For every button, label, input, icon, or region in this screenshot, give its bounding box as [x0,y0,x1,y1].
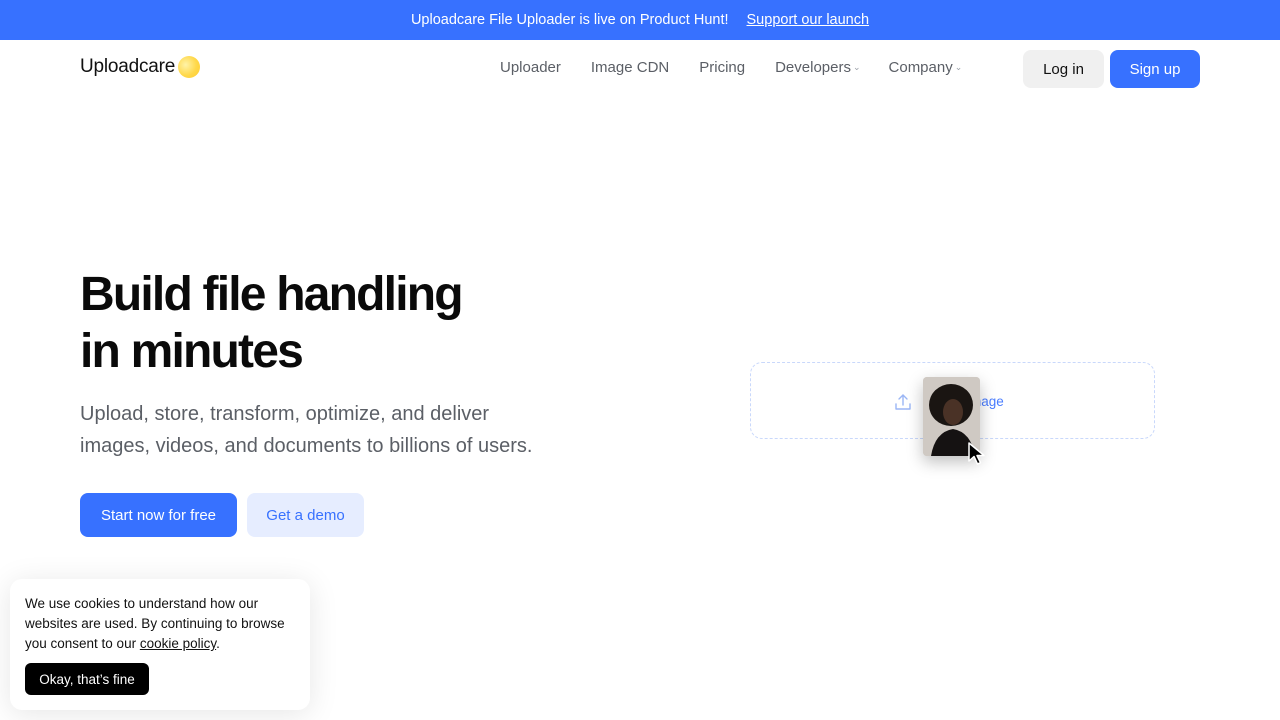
nav-item-label: Company [888,59,953,76]
nav-links: Uploader Image CDN Pricing Developers ⌄ … [500,59,962,76]
cookie-banner: We use cookies to understand how our web… [10,579,310,710]
cookie-text: We use cookies to understand how our web… [25,594,300,654]
chevron-down-icon: ⌄ [852,62,861,72]
logo-text: Uploadcare [80,56,176,77]
hero-subtitle-line: images, videos, and documents to billion… [80,435,533,457]
logo[interactable]: Uploadcare [80,56,201,78]
mouse-pointer-icon [968,442,985,465]
nav-item-label: Image CDN [590,59,670,76]
top-nav: Uploadcare Uploader Image CDN Pricing De… [0,40,1280,98]
get-demo-button[interactable]: Get a demo [247,493,364,537]
nav-item-label: Uploader [500,59,561,76]
logo-dot-icon [178,56,201,78]
nav-item-image-cdn[interactable]: Image CDN [591,59,669,76]
cookie-period: . [216,636,220,651]
announcement-banner: Uploadcare File Uploader is live on Prod… [0,0,1280,40]
start-free-button[interactable]: Start now for free [80,493,237,537]
signup-button[interactable]: Sign up [1110,50,1200,88]
accept-cookies-button[interactable]: Okay, that’s fine [25,663,149,695]
hero-title-line: Build file handling [80,268,464,321]
upload-icon [895,394,911,410]
nav-item-pricing[interactable]: Pricing [699,59,745,76]
nav-item-uploader[interactable]: Uploader [500,59,561,76]
hero-title-line: in minutes [80,325,304,378]
chevron-down-icon: ⌄ [954,62,963,72]
hero-title: Build file handling in minutes [80,266,680,380]
cookie-policy-link[interactable]: cookie policy [140,636,216,651]
login-button[interactable]: Log in [1023,50,1104,88]
nav-item-company[interactable]: Company ⌄ [889,59,963,76]
support-launch-link[interactable]: Support our launch [747,12,870,28]
hero-subtitle-line: Upload, store, transform, optimize, and … [80,403,490,425]
nav-item-label: Pricing [699,59,746,76]
banner-text: Uploadcare File Uploader is live on Prod… [410,12,729,28]
nav-item-label: Developers [775,59,851,76]
hero-subtitle: Upload, store, transform, optimize, and … [80,398,600,462]
nav-item-developers[interactable]: Developers ⌄ [775,59,860,76]
